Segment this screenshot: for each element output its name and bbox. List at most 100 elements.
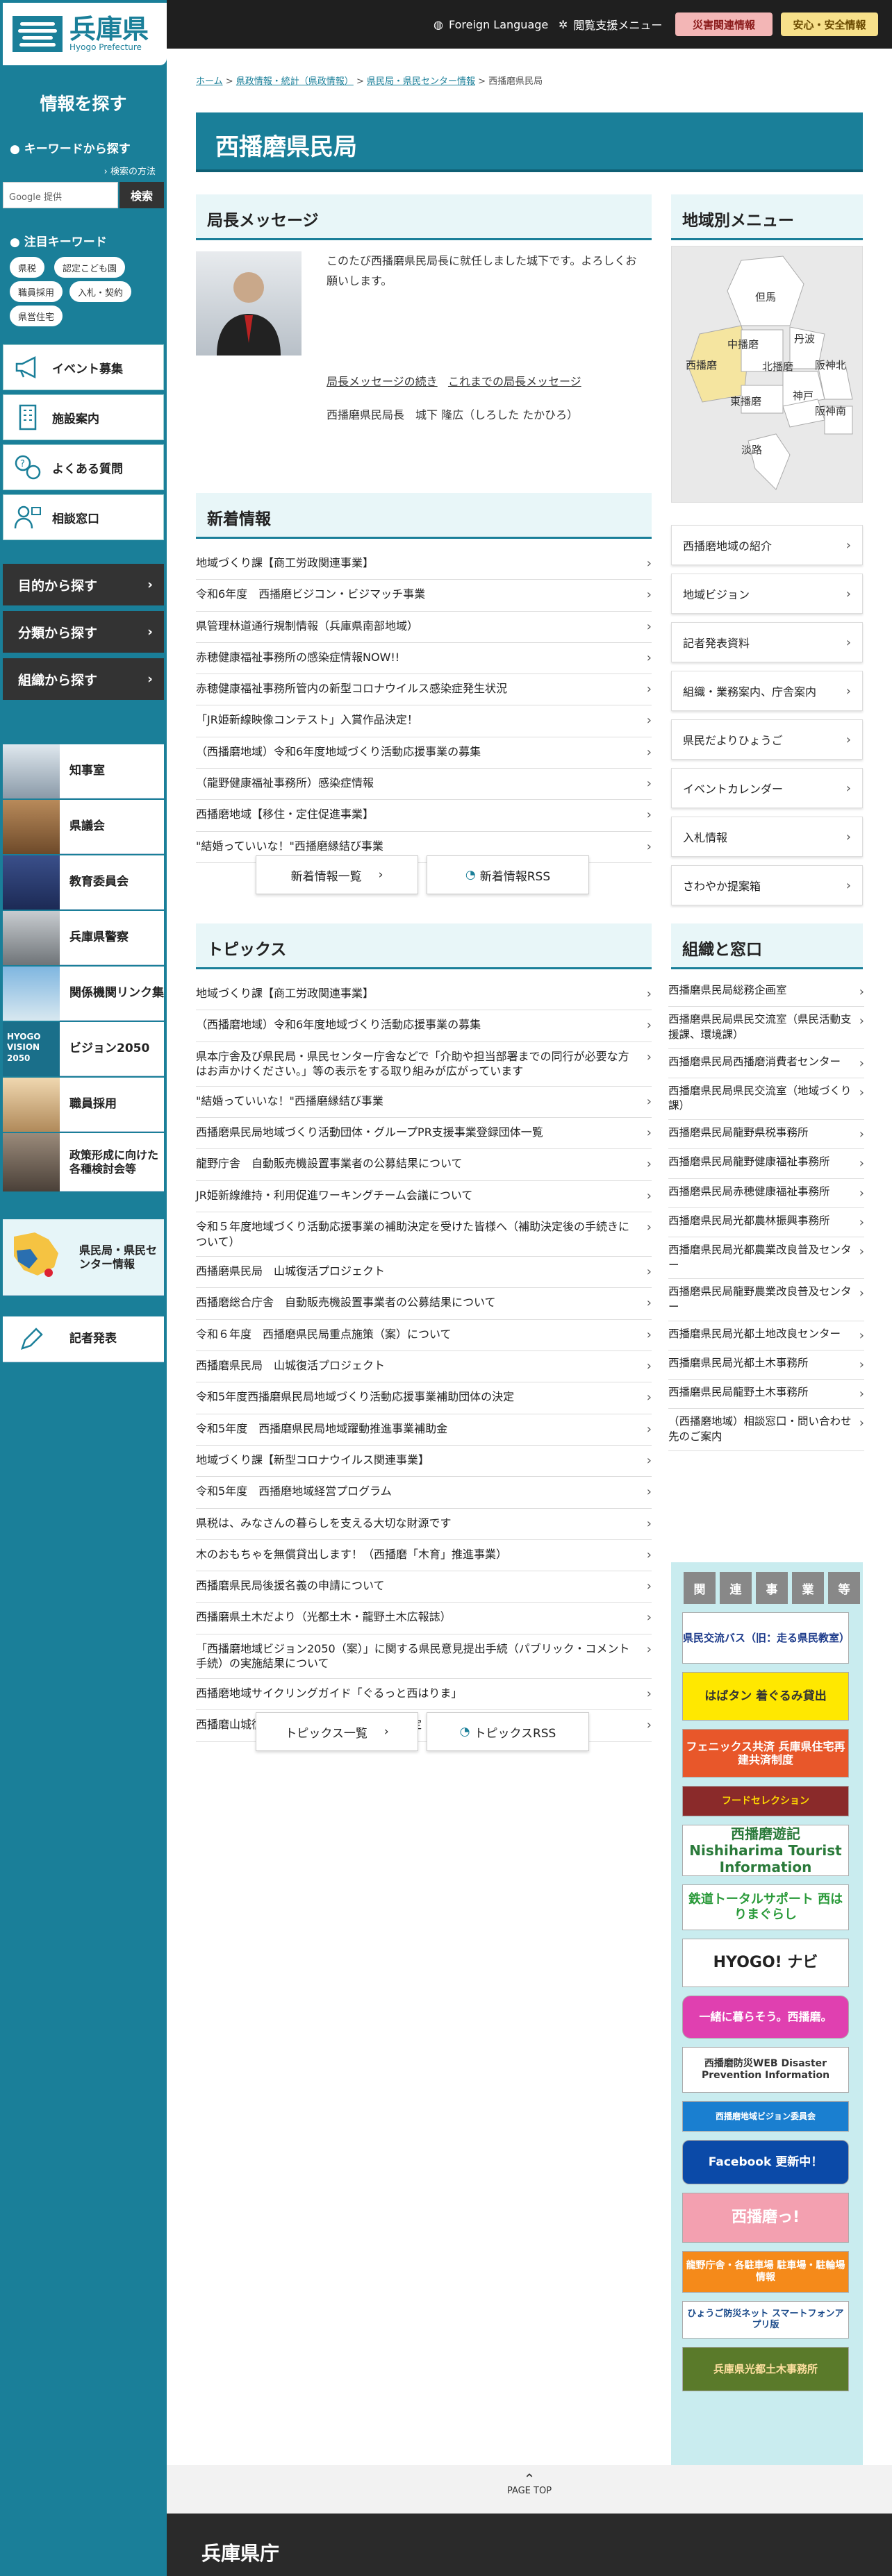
find-by-category[interactable]: 分類から探す › (3, 611, 164, 653)
foreign-language-link[interactable]: ◍ Foreign Language (433, 0, 548, 49)
topic-item[interactable]: "結婚っていいな！"西播磨縁結び事業 › (196, 1087, 652, 1119)
region-hanshinminami[interactable]: 阪神南 (815, 403, 846, 418)
org-item[interactable]: 西播磨県民局光都土木事務所 › (668, 1350, 864, 1380)
region-nishiharima[interactable]: 西播磨 (686, 358, 717, 372)
area-link[interactable]: 入札情報 › (671, 817, 863, 857)
search-howto-link[interactable]: › 検索の方法 (104, 164, 156, 177)
topic-item[interactable]: JR姫新線維持・利用促進ワーキングチーム会議について › (196, 1181, 652, 1212)
sidebar-link-vision[interactable]: HYOGO VISION 2050 ビジョン2050 (3, 1021, 164, 1076)
find-by-purpose[interactable]: 目的から探す › (3, 564, 164, 605)
topic-item[interactable]: 西播磨県土木だより（光都土木・龍野土木広報誌） › (196, 1603, 652, 1634)
topic-item[interactable]: 木のおもちゃを無償貸出します！（西播磨「木育」推進事業） › (196, 1540, 652, 1572)
topic-item[interactable]: 県税は、みなさんの暮らしを支える大切な財源です › (196, 1509, 652, 1540)
related-banner[interactable]: 県民交流バス（旧：走る県民教室） (682, 1612, 850, 1664)
news-item[interactable]: 「JR姫新線映像コンテスト」入賞作品決定！ › (196, 705, 652, 737)
page-top-link[interactable]: ⌃ PAGE TOP (167, 2465, 892, 2514)
news-item[interactable]: 赤穂健康福祉事務所管内の新型コロナウイルス感染症発生状況 › (196, 674, 652, 706)
area-map[interactable]: 但馬 中播磨 丹波 西播磨 北播磨 阪神北 東播磨 神戸 阪神南 淡路 (671, 246, 863, 503)
news-item[interactable]: 西播磨地域【移住・定住促進事業】 › (196, 800, 652, 832)
area-link[interactable]: イベントカレンダー › (671, 768, 863, 808)
related-banner[interactable]: 鉄道トータルサポート 西はりまぐらし (682, 1884, 849, 1930)
related-banner[interactable]: 西播磨遊記 Nishiharima Tourist Information (682, 1825, 849, 1876)
topic-item[interactable]: 西播磨地域サイクリングガイド「ぐるっと西はりま」 › (196, 1679, 652, 1711)
news-rss-button[interactable]: ◔ 新着情報RSS (427, 855, 589, 894)
topic-item[interactable]: 「西播磨地域ビジョン2050（案）」に関する県民意見提出手続（パブリック・コメン… (196, 1634, 652, 1679)
area-link[interactable]: 西播磨地域の紹介 › (671, 525, 863, 565)
safety-info-button[interactable]: 安心・安全情報 (781, 12, 878, 36)
org-item[interactable]: 西播磨県民局龍野土木事務所 › (668, 1380, 864, 1410)
related-banner[interactable]: 兵庫県光都土木事務所 (682, 2347, 849, 2391)
tag-kodomoen[interactable]: 認定こども園 (54, 257, 126, 278)
org-item[interactable]: 西播磨県民局光都土地改良センター › (668, 1321, 864, 1350)
org-item[interactable]: 西播磨県民局龍野県税事務所 › (668, 1120, 864, 1150)
topic-item[interactable]: 県本庁舎及び県民局・県民センター庁舎などで「介助や担当部署までの同行が必要な方は… (196, 1042, 652, 1087)
news-item[interactable]: （龍野健康福祉事務所）感染症情報 › (196, 769, 652, 801)
region-higashiharima[interactable]: 東播磨 (730, 394, 761, 408)
area-link[interactable]: 記者発表資料 › (671, 622, 863, 662)
breadcrumb-kenmin[interactable]: 県民局・県民センター情報 (367, 76, 475, 87)
sidebar-link-recruit[interactable]: 職員採用 (3, 1077, 164, 1132)
topic-item[interactable]: 西播磨総合庁舎 自動販売機設置事業者の公募結果について › (196, 1288, 652, 1320)
org-item[interactable]: 西播磨県民局光都農林振興事務所 › (668, 1208, 864, 1237)
tag-kenzei[interactable]: 県税 (10, 257, 45, 278)
related-banner[interactable]: 一緒に暮らそう。西播磨。 (682, 1996, 849, 2039)
sidebar-link-related-agencies[interactable]: 関係機関リンク集 (3, 966, 164, 1021)
region-hanshinkita[interactable]: 阪神北 (815, 358, 846, 372)
sidebar-link-press[interactable]: 記者発表 (3, 1316, 164, 1362)
org-item[interactable]: 西播磨県民局県民交流室（県民活動支援課、環境課） › (668, 1007, 864, 1049)
news-item[interactable]: 赤穂健康福祉事務所の感染症情報NOW!! › (196, 643, 652, 675)
area-link[interactable]: さわやか提案箱 › (671, 865, 863, 905)
site-logo[interactable]: 兵庫県 Hyogo Prefecture (3, 3, 167, 65)
topics-rss-button[interactable]: ◔ トピックスRSS (427, 1712, 589, 1751)
sidebar-link-assembly[interactable]: 県議会 (3, 799, 164, 854)
area-link[interactable]: 県民だよりひょうご › (671, 719, 863, 760)
topic-item[interactable]: 西播磨県民局 山城復活プロジェクト › (196, 1351, 652, 1383)
region-kitaharima[interactable]: 北播磨 (762, 359, 793, 374)
topic-item[interactable]: 龍野庁舎 自動販売機設置事業者の公募結果について › (196, 1149, 652, 1181)
sidebar-link-regional[interactable]: 県民局・県民センター情報 (3, 1219, 164, 1296)
breadcrumb-info[interactable]: 県政情報・統計（県政情報） (236, 76, 354, 87)
sidebar-link-police[interactable]: 兵庫県警察 (3, 910, 164, 965)
sidebar-item-event[interactable]: イベント募集 (3, 344, 164, 390)
sidebar-link-education[interactable]: 教育委員会 (3, 855, 164, 910)
breadcrumb-home[interactable]: ホーム (196, 76, 223, 87)
related-banner[interactable]: はばタン 着ぐるみ貸出 (682, 1672, 849, 1721)
org-item[interactable]: 西播磨県民局龍野健康福祉事務所 › (668, 1149, 864, 1179)
related-banner[interactable]: 西播磨防災WEB Disaster Prevention Information (682, 2047, 849, 2093)
news-item[interactable]: 令和6年度 西播磨ビジコン・ビジマッチ事業 › (196, 580, 652, 612)
org-item[interactable]: 西播磨県民局龍野農業改良普及センター › (668, 1279, 864, 1321)
news-item[interactable]: （西播磨地域）令和6年度地域づくり活動応援事業の募集 › (196, 737, 652, 769)
sidebar-link-governor[interactable]: 知事室 (3, 744, 164, 798)
region-nakaharima[interactable]: 中播磨 (727, 337, 759, 351)
related-banner[interactable]: HYOGO! ナビ (682, 1939, 849, 1987)
topic-item[interactable]: 地域づくり課【新型コロナウイルス関連事業】 › (196, 1446, 652, 1478)
org-item[interactable]: 西播磨県民局西播磨消費者センター › (668, 1049, 864, 1078)
area-link[interactable]: 地域ビジョン › (671, 574, 863, 614)
topic-item[interactable]: 西播磨県民局地域づくり活動団体・グループPR支援事業登録団体一覧 › (196, 1118, 652, 1150)
news-item[interactable]: 県管理林道通行規制情報（兵庫県南部地域） › (196, 612, 652, 643)
sidebar-item-facility[interactable]: 施設案内 (3, 394, 164, 440)
topic-item[interactable]: 令和5年度 西播磨県民局地域躍動推進事業補助金 › (196, 1414, 652, 1446)
topic-item[interactable]: 地域づくり課【商工労政関連事業】 › (196, 979, 652, 1011)
region-tajima[interactable]: 但馬 (755, 290, 776, 304)
topic-item[interactable]: 令和5年度 西播磨地域経営プログラム › (196, 1477, 652, 1509)
region-awaji[interactable]: 淡路 (741, 442, 762, 457)
director-past-link[interactable]: これまでの局長メッセージ (448, 375, 581, 388)
org-item[interactable]: 西播磨県民局赤穂健康福祉事務所 › (668, 1179, 864, 1208)
area-link[interactable]: 組織・業務案内、庁舎案内 › (671, 671, 863, 711)
related-banner[interactable]: Facebook 更新中！ (682, 2140, 849, 2184)
topic-item[interactable]: 西播磨県民局後援名義の申請について › (196, 1571, 652, 1603)
org-item[interactable]: 西播磨県民局総務企画室 › (668, 978, 864, 1007)
news-list-button[interactable]: 新着情報一覧 › (256, 855, 418, 894)
disaster-info-button[interactable]: 災害関連情報 (675, 12, 773, 36)
topic-item[interactable]: 令和5年度西播磨県民局地域づくり活動応援事業補助団体の決定 › (196, 1382, 652, 1414)
related-banner[interactable]: 龍野庁舎・各駐車場 駐車場・駐輪場情報 (682, 2251, 849, 2293)
sidebar-item-faq[interactable]: ? よくある質問 (3, 444, 164, 490)
tag-nyusatsu[interactable]: 入札・契約 (69, 281, 132, 302)
related-banner[interactable]: 西播磨っ! (682, 2193, 849, 2243)
topic-item[interactable]: （西播磨地域）令和6年度地域づくり活動応援事業の募集 › (196, 1010, 652, 1042)
search-button[interactable]: 検索 (119, 182, 164, 208)
org-item[interactable]: 西播磨県民局県民交流室（地域づくり課） › (668, 1078, 864, 1121)
related-banner[interactable]: フードセレクション (682, 1786, 849, 1816)
tag-saiyo[interactable]: 職員採用 (10, 281, 63, 302)
